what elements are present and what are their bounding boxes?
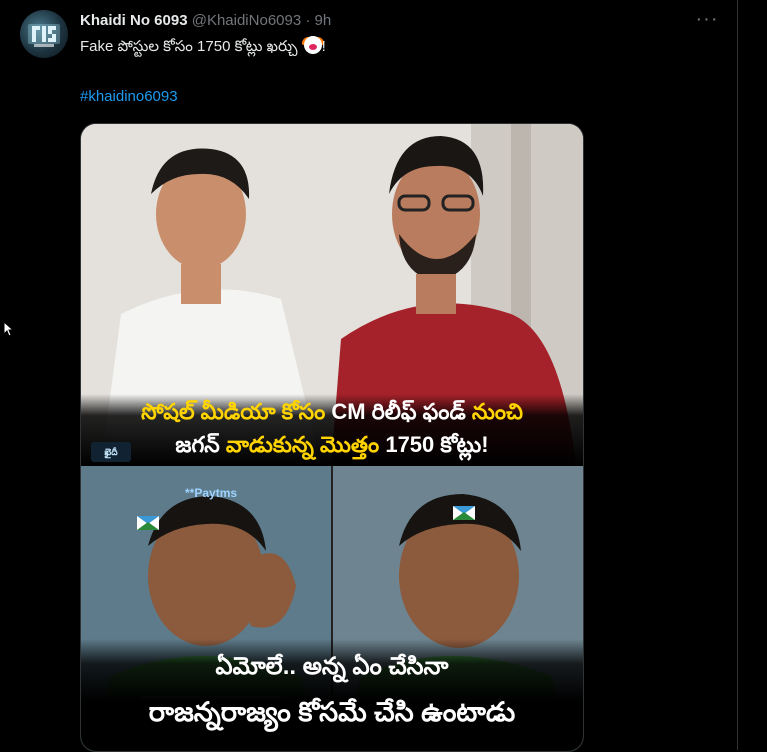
separator-dot: · [305,12,311,29]
caption-yellow-2: నుంచి [471,399,523,424]
tweet-header: Khaidi No 6093 @KhaidiNo6093 · 9h [80,11,331,31]
top-caption-line-2: జగన్ వాడుకున్న మొత్తం 1750 కోట్లు! [81,431,583,459]
timeline-divider [737,0,738,750]
clown-face-icon [301,36,324,54]
tweet-text-suffix: ! [321,38,326,55]
tweet-text-body: Fake పోస్టుల కోసం 1750 కోట్లు ఖర్చు [80,38,298,55]
caption-white-2: జగన్ [175,432,220,457]
caption-yellow-3: వాడుకున్న [225,432,314,457]
more-options-button[interactable]: ··· [694,9,720,32]
bottom-caption-line-2: రాజన్నరాజ్యం కోసమే చేసి ఉంటాడు [148,697,516,727]
caption-yellow-4: మొత్తం [320,432,380,457]
caption-yellow-1: సోషల్ మీడియా కోసం [141,399,326,424]
tweet-timestamp[interactable]: 9h [315,12,332,29]
display-name[interactable]: Khaidi No 6093 [80,12,188,29]
watermark-logo: ఖైదీ [91,442,131,462]
user-handle[interactable]: @KhaidiNo6093 [192,12,301,29]
avatar[interactable] [20,10,68,58]
hashtag-link[interactable]: #khaidino6093 [80,86,178,108]
paytms-label: **Paytms [185,486,238,500]
tweet-text: Fake పోస్టుల కోసం 1750 కోట్లు ఖర్చు ! [80,36,326,58]
tweet[interactable]: Khaidi No 6093 @KhaidiNo6093 · 9h ··· Fa… [0,0,737,752]
tweet-image[interactable]: సోషల్ మీడియా కోసం CM రిలీఫ్ ఫండ్ నుంచి జ… [80,123,584,752]
caption-white-3: 1750 కోట్లు! [385,432,489,457]
bottom-caption-line-1: ఏమోలే.. అన్న ఏం చేసినా [215,653,449,680]
top-caption-line-1: సోషల్ మీడియా కోసం CM రిలీఫ్ ఫండ్ నుంచి [81,398,583,426]
caption-white-1: CM రిలీఫ్ ఫండ్ [331,399,466,424]
